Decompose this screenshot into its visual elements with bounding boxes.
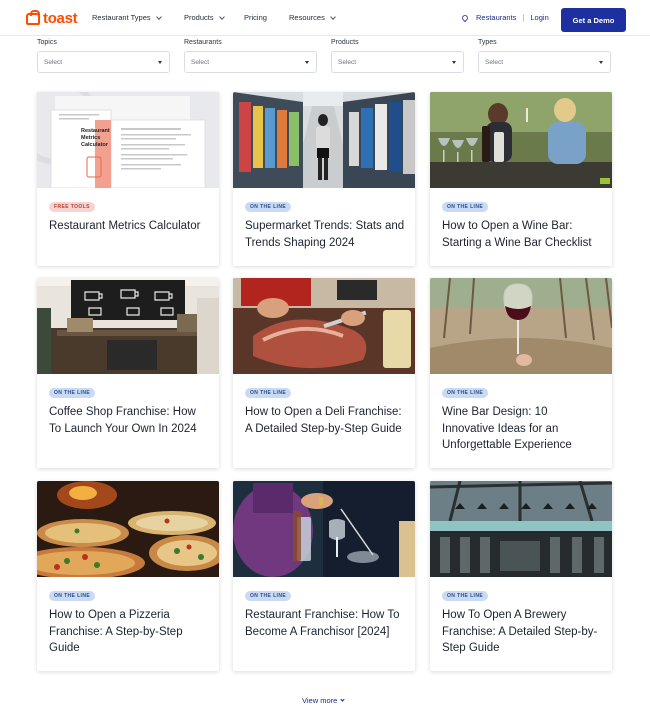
article-title: Restaurant Metrics Calculator <box>49 220 201 232</box>
category-badge: ON THE LINE <box>245 202 292 212</box>
nav-resources[interactable]: Resources <box>289 13 336 22</box>
top-nav: toast Restaurant Types Products Pricing … <box>0 0 650 36</box>
nav-restaurant-types[interactable]: Restaurant Types <box>92 13 162 22</box>
wine-glass-vineyard-image <box>430 278 612 374</box>
nav-label: Resources <box>289 13 325 22</box>
category-badge: FREE TOOLS <box>49 202 95 212</box>
svg-text:Restaurant: Restaurant <box>81 128 110 134</box>
location-link[interactable]: Restaurants <box>476 13 516 22</box>
filter-label: Products <box>331 39 359 46</box>
pizzas-image <box>37 481 219 577</box>
caret-down-icon <box>305 61 309 64</box>
category-badge: ON THE LINE <box>442 202 489 212</box>
chevron-down-icon <box>218 13 225 20</box>
nav-products[interactable]: Products <box>184 13 225 22</box>
nav-label: Products <box>184 13 214 22</box>
article-title: Wine Bar Design: 10 Innovative Ideas for… <box>442 406 572 451</box>
svg-text:Metrics: Metrics <box>81 135 100 141</box>
filter-types: Types Select <box>478 39 611 73</box>
select-value: Select <box>44 58 63 66</box>
coffee-shop-image <box>37 278 219 374</box>
category-badge: ON THE LINE <box>245 591 292 601</box>
divider: | <box>522 13 525 22</box>
login-link[interactable]: Login <box>530 13 548 22</box>
logo-text: toast <box>43 10 78 27</box>
filter-label: Topics <box>37 39 57 46</box>
article-card[interactable]: ON THE LINE Restaurant Franchise: How To… <box>233 481 415 671</box>
article-title: How to Open a Deli Franchise: A Detailed… <box>245 406 402 435</box>
nav-right-links: Restaurants | Login <box>460 13 549 22</box>
article-card[interactable]: ON THE LINE Wine Bar Design: 10 Innovati… <box>430 278 612 468</box>
select-value: Select <box>338 58 357 66</box>
filter-restaurants: Restaurants Select <box>184 39 317 73</box>
category-badge: ON THE LINE <box>49 388 96 398</box>
nav-label: Restaurant Types <box>92 13 151 22</box>
bartender-image <box>233 481 415 577</box>
nav-label: Pricing <box>244 13 267 22</box>
nav-pricing[interactable]: Pricing <box>244 13 267 22</box>
chevron-down-icon <box>330 13 336 20</box>
restaurants-select[interactable]: Select <box>184 51 317 73</box>
location-pin-icon <box>460 13 470 22</box>
category-badge: ON THE LINE <box>245 388 292 398</box>
topics-select[interactable]: Select <box>37 51 170 73</box>
types-select[interactable]: Select <box>478 51 611 73</box>
svg-text:Calculator: Calculator <box>81 142 109 148</box>
wine-tasting-image <box>430 92 612 188</box>
toast-logo-icon <box>26 9 40 25</box>
filter-topics: Topics Select <box>37 39 170 73</box>
article-title: How to Open a Wine Bar: Starting a Wine … <box>442 220 592 249</box>
caret-down-icon <box>452 61 456 64</box>
category-badge: ON THE LINE <box>442 591 489 601</box>
deli-ham-image <box>233 278 415 374</box>
article-title: Coffee Shop Franchise: How To Launch You… <box>49 406 197 435</box>
article-card[interactable]: ON THE LINE How To Open A Brewery Franch… <box>430 481 612 671</box>
chevron-down-icon <box>340 697 345 702</box>
metrics-calculator-image: Restaurant Metrics Calculator <box>37 92 219 188</box>
article-card[interactable]: ON THE LINE How to Open a Deli Franchise… <box>233 278 415 468</box>
article-card[interactable]: ON THE LINE Coffee Shop Franchise: How T… <box>37 278 219 468</box>
view-more-link[interactable]: View more <box>302 696 345 705</box>
view-more-label: View more <box>302 696 338 705</box>
article-title: How to Open a Pizzeria Franchise: A Step… <box>49 609 183 654</box>
products-select[interactable]: Select <box>331 51 464 73</box>
category-badge: ON THE LINE <box>49 591 96 601</box>
brewery-image <box>430 481 612 577</box>
select-value: Select <box>485 58 504 66</box>
get-a-demo-button[interactable]: Get a Demo <box>561 8 626 32</box>
filter-label: Restaurants <box>184 39 222 46</box>
toast-logo[interactable]: toast <box>26 9 78 27</box>
article-card[interactable]: ON THE LINE How to Open a Pizzeria Franc… <box>37 481 219 671</box>
filter-products: Products Select <box>331 39 464 73</box>
article-card[interactable]: ON THE LINE Supermarket Trends: Stats an… <box>233 92 415 266</box>
article-title: Restaurant Franchise: How To Become A Fr… <box>245 609 400 638</box>
filter-label: Types <box>478 39 497 46</box>
select-value: Select <box>191 58 210 66</box>
article-card[interactable]: ON THE LINE How to Open a Wine Bar: Star… <box>430 92 612 266</box>
chevron-down-icon <box>155 13 162 20</box>
article-title: How To Open A Brewery Franchise: A Detai… <box>442 609 598 654</box>
article-card[interactable]: Restaurant Metrics Calculator FREE TOOLS… <box>37 92 219 266</box>
category-badge: ON THE LINE <box>442 388 489 398</box>
article-title: Supermarket Trends: Stats and Trends Sha… <box>245 220 405 249</box>
caret-down-icon <box>158 61 162 64</box>
caret-down-icon <box>599 61 603 64</box>
supermarket-aisle-image <box>233 92 415 188</box>
